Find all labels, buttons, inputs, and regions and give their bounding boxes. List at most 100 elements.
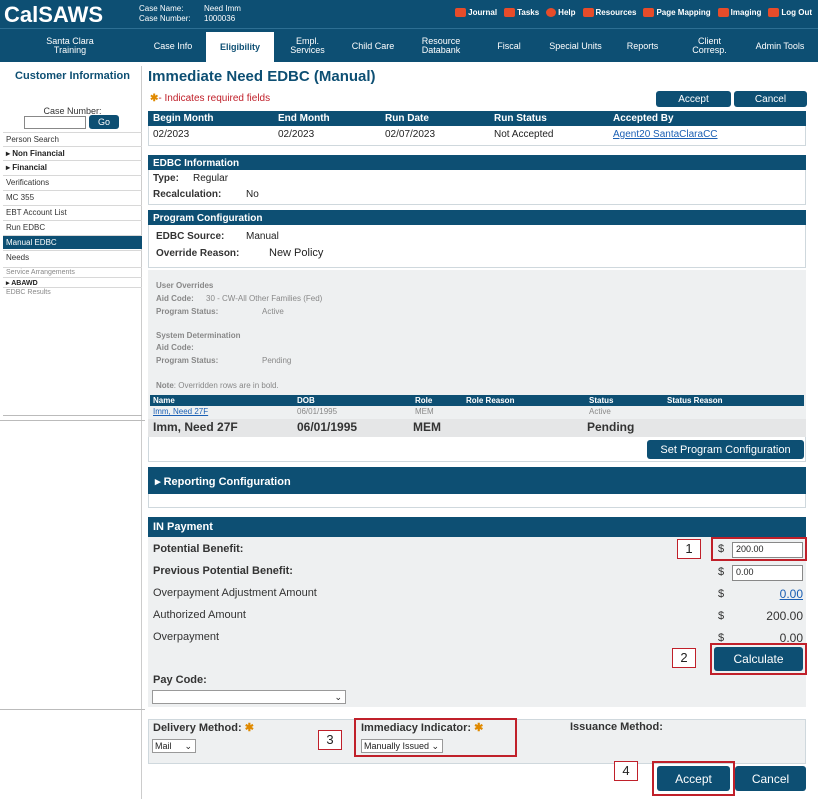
nav-admin-tools[interactable]: Admin Tools	[745, 29, 815, 63]
td-run-date: 02/07/2023	[385, 129, 436, 140]
marker-1: 1	[677, 539, 701, 559]
overpayment-adjustment-link[interactable]: 0.00	[760, 587, 803, 601]
currency-symbol: $	[718, 566, 725, 578]
program-config-header: Program Configuration	[148, 210, 806, 225]
member-status: Active	[589, 407, 611, 416]
chevron-down-icon: ⌄	[334, 692, 342, 702]
resources-link[interactable]: Resources	[582, 8, 636, 17]
type-label: Type:	[153, 173, 179, 184]
sidebar-item-manual-edbc[interactable]: Manual EDBC	[3, 235, 142, 249]
sidebar-item-needs[interactable]: Needs	[3, 250, 142, 264]
th-dob: DOB	[297, 396, 315, 405]
help-link[interactable]: Help	[546, 8, 576, 17]
journal-link[interactable]: Journal	[455, 8, 497, 17]
left-divider	[0, 420, 145, 421]
sidebar-item-financial[interactable]: ▸ Financial	[3, 160, 142, 174]
th-run-status: Run Status	[494, 113, 547, 124]
sidebar-item-verifications[interactable]: Verifications	[3, 175, 142, 189]
cancel-button-bottom[interactable]: Cancel	[735, 766, 806, 791]
member-name-link[interactable]: Imm, Need 27F	[153, 407, 208, 416]
page-title: Immediate Need EDBC (Manual)	[148, 68, 376, 85]
type-value: Regular	[193, 173, 229, 184]
recalculation-value: No	[246, 189, 259, 200]
issuance-method-label: Issuance Method:	[570, 721, 663, 733]
required-note: ✱- Indicates required fields	[150, 93, 271, 104]
reporting-config-header[interactable]: ▸ Reporting Configuration	[148, 467, 806, 494]
nav-client-corresp[interactable]: Client Corresp.	[682, 29, 737, 63]
sidebar-item-service-arrangements[interactable]: Service Arrangements	[3, 267, 142, 277]
page-mapping-link[interactable]: Page Mapping	[643, 8, 711, 17]
nav-case-info[interactable]: Case Info	[143, 29, 203, 63]
log-out-link[interactable]: Log Out	[768, 8, 812, 17]
imaging-link[interactable]: Imaging	[717, 8, 761, 17]
program-status-value: Active	[262, 307, 284, 316]
nav-special-units[interactable]: Special Units	[548, 29, 603, 63]
nav-resource-databank[interactable]: Resource Databank	[412, 29, 470, 63]
td-end-month: 02/2023	[278, 129, 315, 140]
case-number-input[interactable]	[24, 116, 86, 129]
sidebar-item-run-edbc[interactable]: Run EDBC	[3, 220, 142, 234]
case-name-label: Case Name:	[139, 4, 184, 13]
sidebar-item-person-search[interactable]: Person Search	[3, 132, 142, 146]
accept-button-top[interactable]: Accept	[656, 91, 731, 107]
currency-symbol: $	[718, 588, 725, 600]
system-determination-label: System Determination	[156, 331, 241, 340]
sidebar-item-non-financial[interactable]: ▸ Non Financial	[3, 146, 142, 160]
delivery-method-label: Delivery Method: ✱	[153, 722, 254, 734]
cancel-button-top[interactable]: Cancel	[734, 91, 807, 107]
case-number-label: Case Number:	[139, 14, 191, 23]
pay-code-select[interactable]: ⌄	[152, 690, 346, 704]
log-out-icon	[768, 8, 780, 17]
th-name: Name	[153, 396, 175, 405]
edbc-source-label: EDBC Source:	[156, 231, 225, 242]
nav-eligibility[interactable]: Eligibility	[206, 29, 274, 63]
page-mapping-icon	[643, 8, 655, 17]
th-begin-month: Begin Month	[153, 113, 214, 124]
potential-benefit-label: Potential Benefit:	[153, 543, 244, 555]
sidebar-item-edbc-results[interactable]: EDBC Results	[3, 287, 142, 297]
nav-child-care[interactable]: Child Care	[343, 29, 403, 63]
th-role: Role	[415, 396, 433, 405]
member-row-bold	[148, 419, 806, 437]
go-button[interactable]: Go	[89, 115, 119, 129]
top-links: Journal Tasks Help Resources Page Mappin…	[455, 8, 812, 17]
set-program-configuration-button[interactable]: Set Program Configuration	[647, 440, 804, 459]
sys-aid-code-label: Aid Code:	[156, 343, 194, 352]
highlight-box-accept	[652, 761, 735, 796]
pay-code-label: Pay Code:	[153, 674, 207, 686]
in-payment-body	[148, 537, 806, 707]
th-accepted-by: Accepted By	[613, 113, 674, 124]
nav-fiscal[interactable]: Fiscal	[485, 29, 533, 63]
required-asterisk-icon: ✱	[241, 722, 254, 734]
highlight-box-immediacy	[354, 718, 517, 757]
sidebar: Customer Information Case Number: Go Per…	[3, 66, 142, 799]
case-number-label: Case Number:	[43, 106, 102, 116]
help-icon	[546, 8, 557, 17]
note-text: Note: Overridden rows are in bold.	[156, 381, 279, 390]
highlight-box-potential-benefit	[711, 537, 807, 561]
sidebar-item-abawd[interactable]: ▸ ABAWD	[3, 277, 142, 287]
member-dob: 06/01/1995	[297, 407, 338, 416]
aid-code-value: 30 - CW-All Other Families (Fed)	[206, 294, 323, 303]
recalculation-label: Recalculation:	[153, 189, 222, 200]
th-end-month: End Month	[278, 113, 330, 124]
overpayment-adjustment-label: Overpayment Adjustment Amount	[153, 587, 317, 599]
left-divider-2	[0, 709, 145, 710]
sys-program-status-value: Pending	[262, 356, 292, 365]
sidebar-item-mc355[interactable]: MC 355	[3, 190, 142, 204]
aid-code-label: Aid Code:	[156, 294, 194, 303]
delivery-method-select[interactable]: Mail ⌄	[152, 739, 196, 753]
nav-empl-services[interactable]: Empl. Services	[280, 29, 335, 63]
tasks-link[interactable]: Tasks	[504, 8, 539, 17]
authorized-amount-value: 200.00	[766, 609, 803, 623]
sidebar-item-ebt-account-list[interactable]: EBT Account List	[3, 205, 142, 219]
sidebar-divider	[3, 415, 142, 416]
accepted-by-link[interactable]: Agent20 SantaClaraCC	[613, 129, 718, 140]
tasks-icon	[504, 8, 516, 17]
imaging-icon	[717, 8, 729, 17]
nav-reports[interactable]: Reports	[615, 29, 670, 63]
in-payment-header: IN Payment	[148, 517, 806, 537]
chevron-down-icon: ⌄	[184, 741, 192, 751]
nav-county[interactable]: Santa Clara Training	[40, 29, 100, 63]
previous-potential-benefit-input[interactable]: 0.00	[732, 565, 803, 581]
